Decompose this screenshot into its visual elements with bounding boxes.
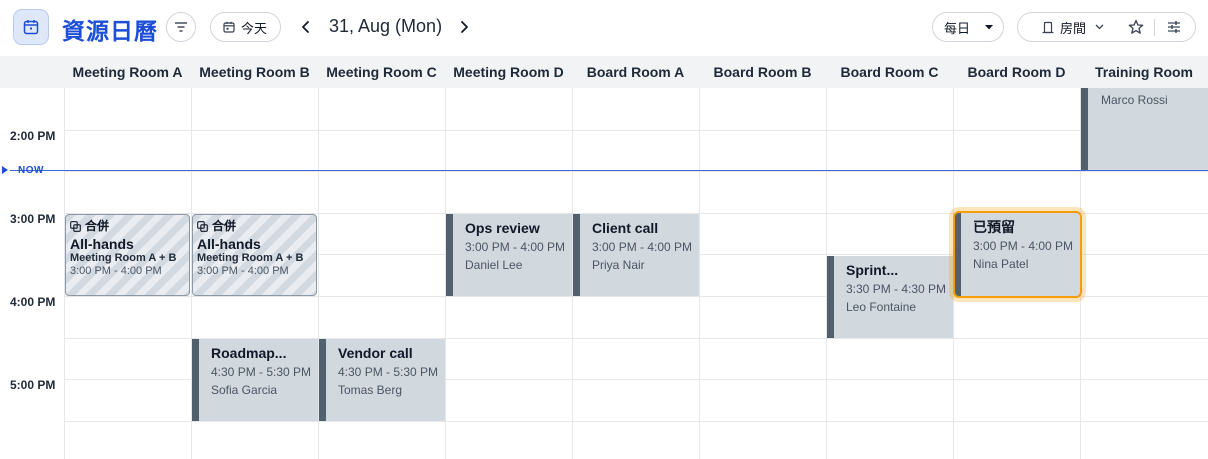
- event-reserved-selected[interactable]: 已預留 3:00 PM - 4:00 PM Nina Patel: [953, 211, 1082, 298]
- event-color-bar: [955, 213, 961, 296]
- merge-icon: [197, 220, 208, 232]
- sliders-icon: [1168, 21, 1180, 33]
- event-person: Sofia Garcia: [211, 383, 278, 397]
- event-time: 3:00 PM - 4:00 PM: [592, 240, 693, 254]
- event-client-call[interactable]: Client call 3:00 PM - 4:00 PM Priya Nair: [573, 214, 699, 296]
- column-header-meeting-room-c[interactable]: Meeting Room C: [318, 56, 445, 88]
- chevron-left-icon: [302, 21, 309, 33]
- next-day-button[interactable]: [453, 13, 475, 41]
- event-time: 3:30 PM - 4:30 PM: [846, 282, 947, 296]
- calendar-grid[interactable]: 2:00 PM 3:00 PM 4:00 PM 5:00 PM Marco Ro…: [0, 88, 1208, 459]
- resource-header-row: Meeting Room A Meeting Room B Meeting Ro…: [0, 56, 1208, 88]
- column-header-meeting-room-b[interactable]: Meeting Room B: [191, 56, 318, 88]
- column-header-board-room-d[interactable]: Board Room D: [953, 56, 1080, 88]
- event-person: Marco Rossi: [1101, 93, 1168, 107]
- event-sprint[interactable]: Sprint... 3:30 PM - 4:30 PM Leo Fontaine: [827, 256, 953, 338]
- event-title: 已預留: [973, 219, 1015, 235]
- event-person: Tomas Berg: [338, 383, 403, 397]
- current-time-marker: [2, 166, 8, 174]
- event-person: Leo Fontaine: [846, 300, 917, 314]
- merged-tag: 合併: [70, 219, 189, 233]
- event-person: Daniel Lee: [465, 258, 523, 272]
- toolbar-divider: [1154, 19, 1155, 36]
- favorite-button[interactable]: [1128, 19, 1144, 38]
- merge-icon: [70, 220, 81, 232]
- star-icon: [1128, 19, 1144, 34]
- room-filter-dropdown[interactable]: 房間: [1042, 13, 1104, 41]
- current-time-line: [10, 170, 1208, 171]
- column-header-meeting-room-d[interactable]: Meeting Room D: [445, 56, 572, 88]
- event-rooms: Meeting Room A + B: [70, 252, 177, 264]
- event-title: Vendor call: [338, 345, 413, 361]
- column-header-meeting-room-a[interactable]: Meeting Room A: [64, 56, 191, 88]
- today-button[interactable]: 今天: [210, 12, 281, 42]
- calendar-app-button[interactable]: [13, 9, 49, 45]
- time-label-5pm: 5:00 PM: [10, 378, 56, 392]
- event-title: Ops review: [465, 220, 540, 236]
- event-time: 4:30 PM - 5:30 PM: [338, 365, 439, 379]
- view-mode-label: 每日: [944, 20, 971, 36]
- event-time: 3:00 PM - 4:00 PM: [973, 239, 1074, 253]
- event-vendor-call[interactable]: Vendor call 4:30 PM - 5:30 PM Tomas Berg: [319, 339, 445, 421]
- half-hour-line: [64, 421, 1208, 422]
- app-title: 資源日曆: [62, 18, 158, 44]
- current-date-label: 31, Aug (Mon): [329, 16, 443, 36]
- event-rooms: Meeting Room A + B: [197, 252, 304, 264]
- event-time: 3:00 PM - 4:00 PM: [197, 265, 289, 277]
- today-label: 今天: [241, 20, 268, 36]
- column-header-board-room-a[interactable]: Board Room A: [572, 56, 699, 88]
- column-header-board-room-c[interactable]: Board Room C: [826, 56, 953, 88]
- toolbar-actions-group: 房間: [1017, 12, 1196, 42]
- filter-button[interactable]: [166, 12, 196, 42]
- merged-tag-label: 合併: [85, 219, 110, 233]
- event-title: Sprint...: [846, 262, 899, 278]
- event-time: 3:00 PM - 4:00 PM: [465, 240, 566, 254]
- event-time: 4:30 PM - 5:30 PM: [211, 365, 312, 379]
- event-ops-review[interactable]: Ops review 3:00 PM - 4:00 PM Daniel Lee: [446, 214, 572, 296]
- merged-tag-label: 合併: [212, 219, 237, 233]
- event-person: Priya Nair: [592, 258, 645, 272]
- view-mode-select[interactable]: 每日: [932, 12, 1004, 42]
- chevron-right-icon: [461, 21, 468, 33]
- event-roadmap[interactable]: Roadmap... 4:30 PM - 5:30 PM Sofia Garci…: [192, 339, 318, 421]
- half-hour-line: [64, 171, 1208, 172]
- event-time: 3:00 PM - 4:00 PM: [70, 265, 162, 277]
- time-label-4pm: 4:00 PM: [10, 295, 56, 309]
- event-title: Roadmap...: [211, 345, 287, 361]
- chevron-down-icon: [1095, 24, 1104, 30]
- column-header-training-room[interactable]: Training Room: [1080, 56, 1208, 88]
- room-filter-label: 房間: [1060, 20, 1087, 36]
- previous-day-button[interactable]: [295, 13, 317, 41]
- event-title: All-hands: [70, 236, 134, 252]
- event-all-hands-merged[interactable]: 合併 All-hands Meeting Room A + B 3:00 PM …: [192, 214, 317, 296]
- merged-tag: 合併: [197, 219, 316, 233]
- door-icon: [1042, 21, 1054, 33]
- now-label: NOW: [18, 165, 44, 176]
- caret-down-icon: [985, 25, 994, 30]
- calendar-icon: [23, 20, 39, 35]
- time-label-3pm: 3:00 PM: [10, 212, 56, 226]
- event-training-room[interactable]: Marco Rossi: [1081, 88, 1208, 170]
- event-all-hands-merged[interactable]: 合併 All-hands Meeting Room A + B 3:00 PM …: [65, 214, 190, 296]
- settings-button[interactable]: [1167, 20, 1181, 37]
- column-divider: [699, 88, 700, 459]
- event-title: Client call: [592, 220, 659, 236]
- hour-line: [64, 130, 1208, 131]
- filter-icon: [175, 22, 187, 32]
- event-person: Nina Patel: [973, 257, 1029, 271]
- top-toolbar: 資源日曆 今天 31, Aug (Mon) 每日 房間: [0, 0, 1208, 56]
- column-header-board-room-b[interactable]: Board Room B: [699, 56, 826, 88]
- time-label-2pm: 2:00 PM: [10, 129, 56, 143]
- event-title: All-hands: [197, 236, 261, 252]
- calendar-day-icon: [223, 21, 235, 33]
